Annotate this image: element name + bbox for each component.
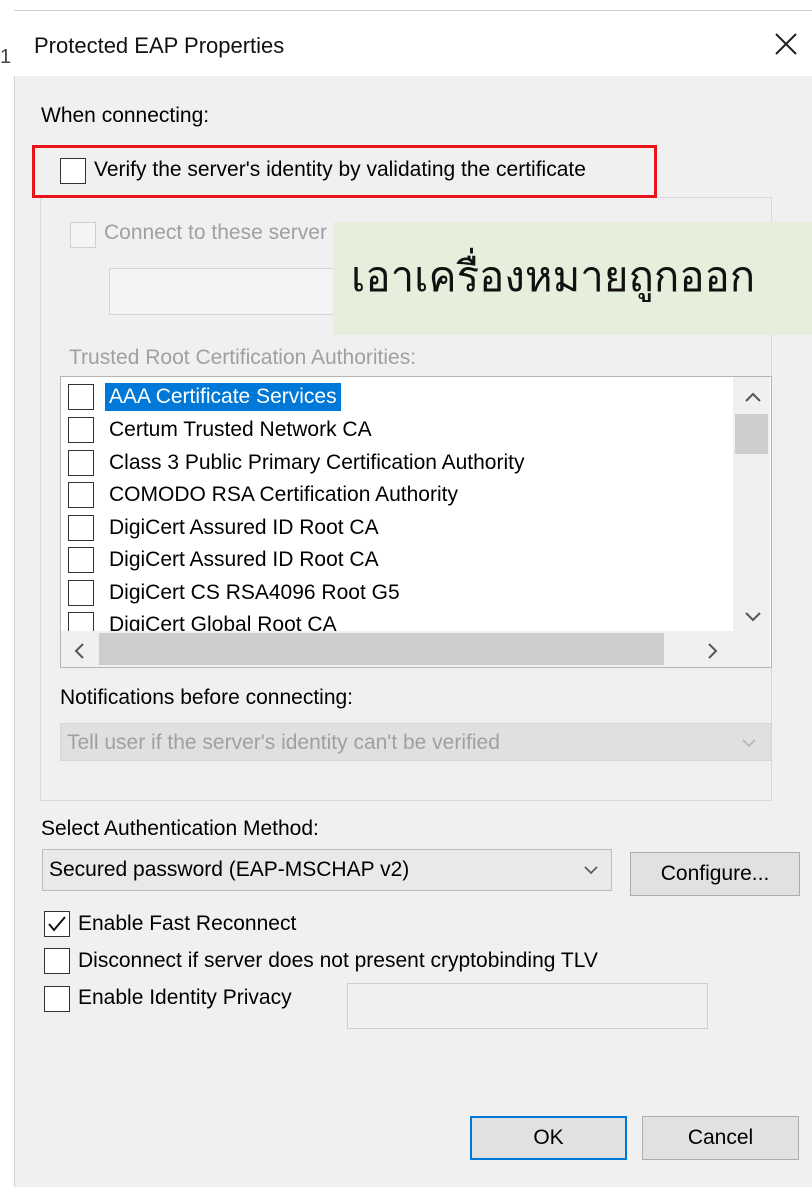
scroll-down-button[interactable]	[744, 604, 762, 630]
notifications-heading: Notifications before connecting:	[60, 686, 354, 709]
auth-method-selected: Secured password (EAP-MSCHAP v2)	[49, 858, 410, 881]
ca-checkbox[interactable]	[68, 450, 94, 476]
trusted-ca-heading: Trusted Root Certification Authorities:	[69, 346, 417, 369]
cancel-button[interactable]: Cancel	[642, 1116, 799, 1160]
auth-method-heading: Select Authentication Method:	[41, 817, 319, 840]
scroll-left-button[interactable]	[72, 640, 86, 666]
ca-label: Class 3 Public Primary Certification Aut…	[109, 451, 525, 474]
ca-checkbox[interactable]	[68, 417, 94, 443]
connect-servers-checkbox[interactable]	[70, 222, 96, 248]
ca-label: Certum Trusted Network CA	[109, 418, 372, 441]
chevron-down-icon	[742, 739, 756, 748]
close-button[interactable]	[770, 28, 802, 60]
instruction-banner: เอาเครื่องหมายถูกออก	[333, 222, 812, 335]
server-names-input[interactable]	[109, 268, 369, 315]
ca-label: DigiCert CS RSA4096 Root G5	[109, 581, 400, 604]
ca-checkbox[interactable]	[68, 547, 94, 573]
fast-reconnect-label[interactable]: Enable Fast Reconnect	[78, 912, 296, 936]
chevron-left-icon	[74, 643, 84, 659]
ca-checkbox[interactable]	[68, 384, 94, 410]
chevron-down-icon	[745, 612, 761, 622]
horizontal-scroll-thumb[interactable]	[99, 633, 664, 665]
chevron-right-icon	[708, 643, 718, 659]
fast-reconnect-checkbox[interactable]	[44, 911, 70, 937]
connect-servers-label: Connect to these server	[104, 221, 327, 244]
identity-privacy-checkbox[interactable]	[44, 986, 70, 1012]
notifications-dropdown[interactable]: Tell user if the server's identity can't…	[60, 723, 772, 761]
chevron-up-icon	[745, 392, 761, 402]
ca-label: DigiCert Assured ID Root CA	[109, 548, 379, 571]
red-highlight-box	[32, 145, 657, 198]
background-window-fragment: 1	[0, 46, 12, 68]
scroll-right-button[interactable]	[706, 640, 720, 666]
checkmark-icon	[48, 916, 66, 932]
identity-privacy-label[interactable]: Enable Identity Privacy	[78, 986, 292, 1010]
ca-checkbox[interactable]	[68, 515, 94, 541]
ok-button[interactable]: OK	[470, 1116, 627, 1160]
auth-method-dropdown[interactable]: Secured password (EAP-MSCHAP v2)	[42, 849, 612, 891]
ca-label: DigiCert Assured ID Root CA	[109, 516, 379, 539]
ca-label: COMODO RSA Certification Authority	[109, 483, 458, 506]
trusted-ca-list[interactable]: AAA Certificate Services Certum Trusted …	[60, 376, 772, 668]
ca-checkbox[interactable]	[68, 580, 94, 606]
scroll-up-button[interactable]	[744, 384, 762, 410]
chevron-down-icon	[584, 866, 598, 875]
close-icon	[775, 33, 797, 55]
ca-checkbox[interactable]	[68, 482, 94, 508]
configure-button[interactable]: Configure...	[630, 852, 800, 896]
window-title: Protected EAP Properties	[34, 33, 285, 58]
cryptobinding-checkbox[interactable]	[44, 948, 70, 974]
ca-label: AAA Certificate Services	[105, 383, 341, 411]
identity-privacy-input[interactable]	[347, 983, 708, 1029]
notifications-selected: Tell user if the server's identity can't…	[67, 731, 500, 754]
cryptobinding-label[interactable]: Disconnect if server does not present cr…	[78, 949, 598, 973]
vertical-scroll-thumb[interactable]	[735, 414, 768, 454]
when-connecting-heading: When connecting:	[41, 104, 210, 127]
